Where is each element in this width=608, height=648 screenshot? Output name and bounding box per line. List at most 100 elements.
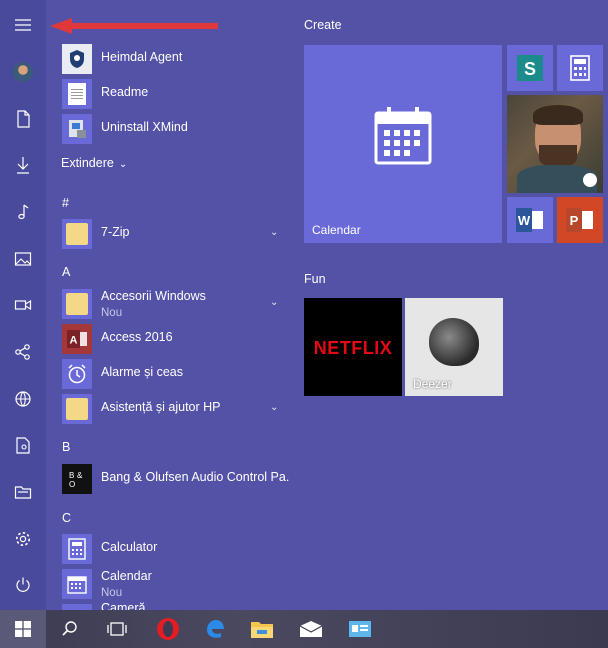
access-icon: A <box>62 324 92 354</box>
edge-icon <box>207 620 224 638</box>
taskbar-edge[interactable] <box>192 610 238 648</box>
power-button[interactable] <box>0 565 46 605</box>
app-list: Heimdal Agent Readme Uninstall XMind Ext… <box>46 0 290 610</box>
search-button[interactable] <box>47 610 93 648</box>
svg-text:B: B <box>69 471 74 480</box>
calendar-icon <box>62 569 92 599</box>
svg-text:W: W <box>518 213 531 228</box>
opera-icon <box>157 618 179 640</box>
user-account-button[interactable] <box>0 52 46 92</box>
svg-text:O: O <box>69 480 75 489</box>
app-name: Heimdal Agent <box>101 50 183 64</box>
heimdal-shield-icon <box>62 44 92 74</box>
file-explorer-button[interactable] <box>0 472 46 512</box>
search-icon <box>62 621 77 636</box>
tile-powerpoint[interactable]: P <box>557 197 603 243</box>
tile-word[interactable]: W <box>507 197 553 243</box>
network-button[interactable] <box>0 332 46 372</box>
hamburger-menu-button[interactable] <box>0 5 46 45</box>
taskbar <box>0 610 608 648</box>
tile-deezer[interactable]: Deezer <box>405 298 503 396</box>
list-item-calculator[interactable]: Calculator <box>46 532 290 566</box>
pictures-button[interactable] <box>0 239 46 279</box>
group-title-create[interactable]: Create <box>304 18 342 32</box>
documents-button[interactable] <box>0 99 46 139</box>
section-header-hash[interactable]: # <box>62 196 69 210</box>
list-item-readme[interactable]: Readme <box>46 77 290 111</box>
tile-calendar[interactable]: Calendar <box>304 45 502 243</box>
taskbar-app[interactable] <box>337 610 383 648</box>
start-button[interactable] <box>0 610 46 648</box>
picture-icon <box>14 252 32 266</box>
chevron-down-icon[interactable]: ⌄ <box>270 297 278 308</box>
chevron-down-icon: ⌄ <box>118 159 128 170</box>
list-item-7zip[interactable]: 7-Zip ⌄ <box>46 217 290 251</box>
start-rail <box>0 0 46 610</box>
hamburger-icon <box>15 19 31 31</box>
personal-folder-button[interactable] <box>0 425 46 465</box>
section-header-a[interactable]: A <box>62 265 70 279</box>
app-name: Accesorii Windows <box>101 289 206 303</box>
folder-icon <box>62 219 92 249</box>
list-item-calendar[interactable]: Calendar Nou <box>46 567 290 601</box>
folder-icon <box>251 622 273 638</box>
list-item-asistenta-hp[interactable]: Asistență și ajutor HP ⌄ <box>46 392 290 426</box>
section-header-b[interactable]: B <box>62 440 70 454</box>
new-badge: Nou <box>101 587 123 599</box>
app-name: Uninstall XMind <box>101 120 188 134</box>
taskbar-mail[interactable] <box>288 610 334 648</box>
globe-icon <box>15 391 31 407</box>
sway-icon: S <box>517 55 543 81</box>
expand-button[interactable]: Extindere ⌄ <box>61 156 127 170</box>
calculator-icon <box>62 534 92 564</box>
bang-olufsen-icon: B & O <box>62 464 92 494</box>
avatar <box>13 62 33 82</box>
document-icon <box>17 110 30 128</box>
taskbar-opera[interactable] <box>145 610 191 648</box>
app-name: Access 2016 <box>101 330 173 344</box>
gear-icon <box>16 532 30 546</box>
list-item-access-2016[interactable]: A Access 2016 <box>46 322 290 356</box>
tile-calculator[interactable] <box>557 45 603 91</box>
videos-button[interactable] <box>0 285 46 325</box>
people-badge-icon <box>583 173 597 187</box>
web-button[interactable] <box>0 379 46 419</box>
start-menu: Heimdal Agent Readme Uninstall XMind Ext… <box>0 0 608 610</box>
album-cover-image <box>429 318 479 366</box>
mail-icon <box>299 621 323 637</box>
group-title-fun[interactable]: Fun <box>304 272 326 286</box>
section-header-c[interactable]: C <box>62 511 71 525</box>
expand-label: Extindere <box>61 156 114 170</box>
list-item-uninstall-xmind[interactable]: Uninstall XMind <box>46 112 290 146</box>
svg-text:&: & <box>77 471 83 480</box>
chevron-down-icon[interactable]: ⌄ <box>270 402 278 413</box>
uninstaller-icon <box>62 114 92 144</box>
svg-text:P: P <box>570 213 579 228</box>
list-item-accesorii-windows[interactable]: Accesorii Windows Nou ⌄ <box>46 287 290 321</box>
taskbar-file-explorer[interactable] <box>239 610 285 648</box>
app-name: Cameră <box>101 601 146 610</box>
calendar-icon <box>374 107 432 165</box>
user-folder-icon <box>16 437 30 454</box>
file-explorer-icon <box>14 486 32 499</box>
music-button[interactable] <box>0 192 46 232</box>
tile-netflix[interactable]: NETFLIX <box>304 298 402 396</box>
id-card-icon <box>349 621 371 637</box>
tile-sway[interactable]: S <box>507 45 553 91</box>
list-item-camera[interactable]: Cameră <box>46 601 290 610</box>
tile-people-photo[interactable] <box>507 95 603 193</box>
folder-icon <box>62 394 92 424</box>
app-name: Calculator <box>101 540 158 554</box>
chevron-down-icon[interactable]: ⌄ <box>270 227 278 238</box>
settings-button[interactable] <box>0 519 46 559</box>
list-item-bang-olufsen[interactable]: B & O Bang & Olufsen Audio Control Pa... <box>46 462 290 496</box>
app-name: Readme <box>101 85 149 99</box>
app-name: Bang & Olufsen Audio Control Pa... <box>101 470 290 484</box>
list-item-heimdal[interactable]: Heimdal Agent <box>46 42 290 76</box>
tile-label: Deezer <box>413 377 452 391</box>
list-item-alarme-ceas[interactable]: Alarme și ceas <box>46 357 290 391</box>
downloads-button[interactable] <box>0 145 46 185</box>
powerpoint-icon: P <box>566 208 593 232</box>
task-view-button[interactable] <box>94 610 140 648</box>
netflix-logo: NETFLIX <box>313 338 393 358</box>
